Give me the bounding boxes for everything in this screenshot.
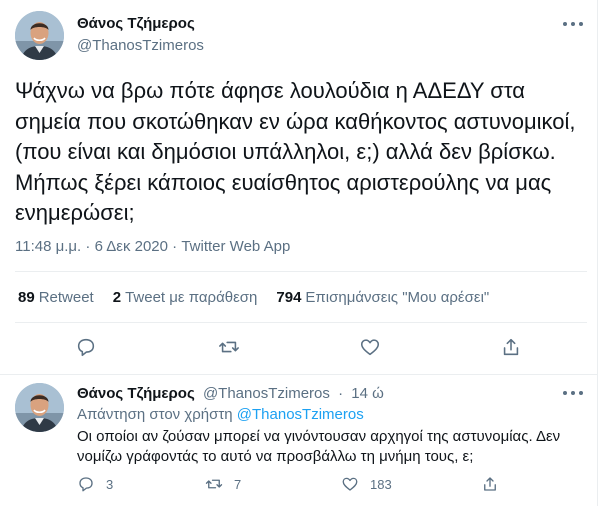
- tweet-date[interactable]: 6 Δεκ 2020: [95, 238, 168, 255]
- replying-to-mention[interactable]: @ThanosTzimeros: [237, 406, 364, 423]
- likes-stat[interactable]: 794 Επισημάνσεις "Μου αρέσει": [276, 289, 489, 306]
- author-name[interactable]: Θάνος Τζήμερος: [77, 15, 195, 32]
- tweet-text: Ψάχνω να βρω πότε άφησε λουλούδια η ΑΔΕΔ…: [15, 78, 582, 225]
- reply-author-name[interactable]: Θάνος Τζήμερος: [77, 385, 195, 402]
- reply-separator: ·: [338, 385, 344, 402]
- quote-tweets-stat[interactable]: 2 Tweet με παράθεση: [113, 289, 258, 306]
- reply-header: Θάνος Τζήμερος @ThanosTzimeros · 14 ώ: [77, 385, 384, 402]
- meta-separator: ·: [172, 238, 178, 255]
- reply-count: 3: [106, 476, 114, 492]
- reply-retweet-button[interactable]: 7: [205, 475, 241, 493]
- reply-like-button[interactable]: 183: [341, 475, 392, 493]
- retweet-arrows-icon: [205, 479, 223, 489]
- reply-share-button[interactable]: [481, 475, 499, 493]
- divider: [15, 322, 587, 323]
- reply-time[interactable]: 14 ώ: [351, 385, 384, 402]
- reply-reply-button[interactable]: 3: [77, 475, 113, 493]
- share-button[interactable]: [500, 336, 524, 360]
- author-avatar[interactable]: [15, 11, 64, 60]
- share-upload-icon: [503, 338, 519, 356]
- like-button[interactable]: [359, 336, 383, 360]
- retweets-stat[interactable]: 89 Retweet: [18, 289, 94, 306]
- tweet-meta: 11:48 μ.μ. · 6 Δεκ 2020 · Twitter Web Ap…: [15, 238, 290, 255]
- reply-tweet[interactable]: Θάνος Τζήμερος @ThanosTzimeros · 14 ώ Απ…: [0, 375, 598, 506]
- more-dots-icon: [563, 391, 567, 395]
- tweet-thread: Θάνος Τζήμερος @ThanosTzimeros Ψάχνω να …: [0, 0, 598, 506]
- replying-to: Απάντηση στον χρήστη @ThanosTzimeros: [77, 406, 364, 423]
- speech-bubble-icon: [77, 338, 95, 357]
- retweet-button[interactable]: [218, 336, 242, 360]
- author-handle[interactable]: @ThanosTzimeros: [77, 37, 204, 54]
- speech-bubble-icon: [79, 477, 93, 492]
- meta-separator: ·: [85, 238, 91, 255]
- share-upload-icon: [484, 477, 496, 491]
- heart-outline-icon: [342, 477, 358, 491]
- tweet-time[interactable]: 11:48 μ.μ.: [15, 238, 81, 255]
- retweet-arrows-icon: [219, 341, 239, 353]
- main-tweet: Θάνος Τζήμερος @ThanosTzimeros Ψάχνω να …: [0, 0, 598, 375]
- tweet-source[interactable]: Twitter Web App: [181, 238, 290, 255]
- retweet-count: 7: [234, 476, 242, 492]
- reply-button[interactable]: [75, 336, 99, 360]
- tweet-stats: 89 Retweet 2 Tweet με παράθεση 794 Επισημάν…: [18, 289, 508, 306]
- like-count: 183: [370, 476, 392, 492]
- reply-author-avatar[interactable]: [15, 383, 64, 432]
- reply-text: Οι οποίοι αν ζούσαν μπορεί να γινόντουσα…: [77, 428, 561, 465]
- heart-outline-icon: [360, 339, 380, 356]
- divider: [15, 271, 587, 272]
- more-dots-icon: [563, 22, 567, 26]
- reply-author-handle[interactable]: @ThanosTzimeros: [203, 385, 330, 402]
- more-options-button[interactable]: [563, 16, 583, 32]
- reply-more-options-button[interactable]: [563, 385, 583, 401]
- replying-to-label: Απάντηση στον χρήστη: [77, 406, 233, 423]
